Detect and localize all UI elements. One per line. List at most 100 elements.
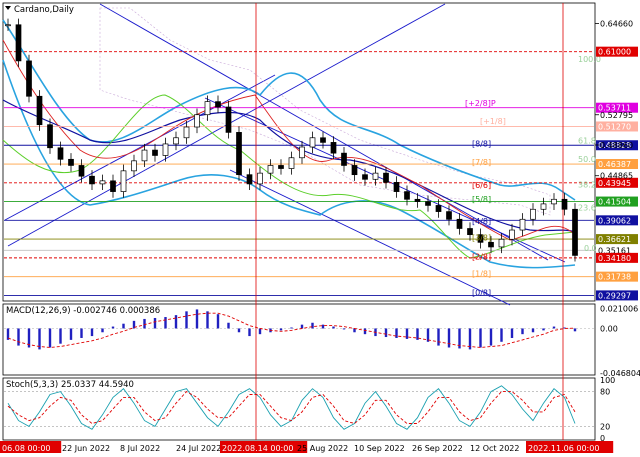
x-tick-label: 26 Sep 2022: [412, 444, 463, 453]
price-tag-label: 0.61000: [598, 48, 631, 57]
candle: [225, 106, 232, 133]
macd-bar: [122, 323, 125, 329]
candle: [341, 152, 347, 166]
candle: [57, 147, 64, 160]
level-annotation: 23.6: [578, 203, 596, 212]
macd-bar: [552, 326, 556, 329]
candle: [204, 101, 211, 116]
candle: [404, 191, 410, 200]
price-pane[interactable]: [2, 2, 596, 302]
macd-bar: [531, 328, 535, 333]
x-tick-label: 10 Sep 2022: [354, 444, 405, 453]
candle: [120, 170, 127, 192]
macd-bar: [342, 328, 346, 330]
candle: [446, 211, 452, 220]
candle: [320, 137, 326, 143]
candle: [509, 229, 515, 240]
candle: [362, 174, 368, 180]
candle: [561, 198, 568, 210]
candle: [99, 180, 106, 185]
macd-bar: [69, 328, 73, 340]
stoch-tick-label: 80: [600, 388, 610, 397]
candle: [351, 165, 358, 176]
level-annotation: [5/8]: [472, 195, 491, 204]
stoch-tick-label: 20: [600, 422, 610, 431]
candle: [152, 149, 158, 156]
macd-bar: [80, 328, 83, 338]
price-tag-label: 0.36621: [598, 235, 631, 244]
x-tick-label: 2022.11.06 00:00: [528, 444, 599, 453]
candle: [383, 172, 389, 183]
candle: [540, 203, 547, 210]
candle: [131, 160, 137, 172]
macd-bar: [321, 324, 325, 329]
macd-bar: [143, 318, 146, 329]
pane-title-macd: MACD(12,26,9) -0.002746 0.000386: [6, 306, 160, 316]
pane-title-price: Cardano,Daily: [14, 5, 74, 15]
macd-bar: [101, 328, 104, 333]
macd-bar: [248, 328, 251, 337]
level-annotation: [7/8]: [472, 158, 491, 167]
price-tag-label: 0.39062: [598, 216, 631, 225]
y-tick-label: 0.52795: [600, 111, 633, 120]
candle: [68, 158, 74, 166]
price-tag-label: 0.34180: [598, 254, 631, 263]
candle: [15, 24, 22, 62]
trading-chart[interactable]: 100.0[+2/8]P[+1/8]61.8[8/8]50.0[7/8]38.2…: [0, 0, 640, 457]
level-annotation: [6/6]: [472, 181, 491, 190]
level-annotation: 61.8: [578, 136, 596, 145]
macd-bar: [153, 317, 157, 329]
macd-bar: [437, 328, 440, 346]
candle: [425, 201, 431, 206]
macd-bar: [521, 328, 524, 335]
level-annotation: [+1/8]: [480, 117, 506, 126]
candle: [26, 60, 32, 97]
price-tag-label: 0.31738: [598, 273, 631, 282]
macd-bar: [500, 328, 503, 342]
macd-bar: [216, 314, 220, 329]
x-tick-label: 8 Jul 2022: [120, 444, 160, 453]
level-annotation: [2/8]: [472, 253, 491, 262]
price-tag-label: 0.51270: [598, 122, 631, 131]
level-annotation: 50.0: [578, 155, 596, 164]
macd-bar: [447, 328, 451, 348]
candle: [572, 208, 578, 256]
candle: [246, 174, 253, 185]
macd-bar: [48, 328, 52, 348]
macd-bar: [542, 328, 545, 331]
candle: [372, 172, 379, 180]
macd-bar: [573, 328, 577, 332]
level-annotation: [3/8]: [472, 233, 491, 242]
macd-bar: [384, 328, 388, 338]
macd-bar: [59, 328, 62, 344]
macd-bar: [185, 311, 188, 329]
level-annotation: [+2/8]P: [465, 99, 496, 108]
y-tick-label: 0.64660: [600, 20, 633, 29]
candle: [519, 218, 526, 231]
level-annotation: 0.0: [584, 244, 597, 253]
level-annotation: [0/8]: [472, 289, 491, 298]
candle: [36, 95, 43, 126]
macd-bar: [395, 328, 398, 338]
macd-bar: [489, 328, 493, 346]
macd-tick-label: 0.00: [600, 324, 618, 333]
candle: [257, 172, 263, 185]
candle: [309, 137, 316, 148]
candle: [330, 142, 337, 154]
level-annotation: [4/8]: [472, 217, 491, 226]
macd-bar: [206, 311, 209, 329]
candle: [414, 198, 421, 202]
macd-tick-label: 0.021006: [600, 304, 638, 313]
stoch-tick-label: 100: [600, 376, 615, 385]
level-annotation: [8/8]: [472, 140, 491, 149]
x-tick-label: 12 Oct 2022: [470, 444, 519, 453]
candle: [141, 149, 148, 162]
macd-bar: [479, 328, 482, 348]
macd-bar: [164, 317, 167, 329]
candle: [393, 182, 400, 192]
candle: [299, 146, 305, 159]
candle: [173, 137, 179, 145]
candle: [78, 165, 85, 177]
price-tag-label: 0.46387: [598, 160, 631, 169]
level-annotation: [1/8]: [472, 269, 491, 278]
